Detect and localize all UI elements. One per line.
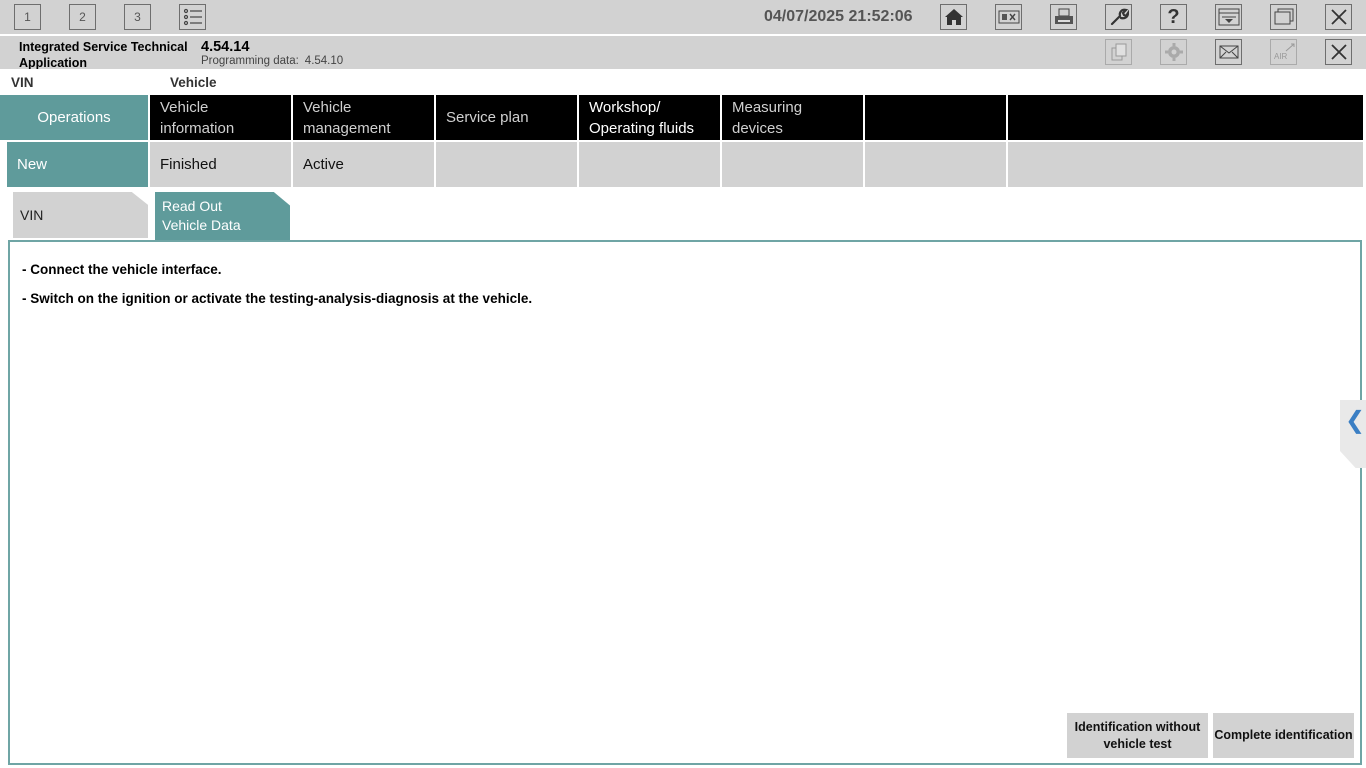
tab-measuring-devices[interactable]: Measuring devices bbox=[722, 95, 863, 140]
subtab-empty-2 bbox=[579, 142, 720, 187]
programming-data: Programming data: 4.54.10 bbox=[201, 55, 343, 67]
main-navigation: Operations Vehicle information Vehicle m… bbox=[0, 95, 1366, 141]
app-version: 4.54.14 bbox=[201, 39, 250, 55]
tab-operations[interactable]: Operations bbox=[0, 95, 148, 140]
step-tab-vin[interactable]: VIN bbox=[13, 192, 148, 238]
vehicle-label: Vehicle bbox=[170, 75, 217, 90]
tab-vehicle-information[interactable]: Vehicle information bbox=[150, 95, 291, 140]
subtab-new[interactable]: New bbox=[7, 142, 148, 187]
tab-vehicle-management[interactable]: Vehicle management bbox=[293, 95, 434, 140]
home-icon[interactable] bbox=[940, 4, 967, 30]
vin-label: VIN bbox=[11, 75, 34, 90]
step-tab-read-out-label: Read Out Vehicle Data bbox=[162, 198, 241, 233]
subtab-empty-5 bbox=[1008, 142, 1363, 187]
subtab-empty-4 bbox=[865, 142, 1006, 187]
programming-data-label: Programming data: bbox=[201, 55, 299, 67]
datetime-display: 04/07/2025 21:52:06 bbox=[764, 8, 913, 25]
complete-identification-button[interactable]: Complete identification bbox=[1213, 713, 1354, 758]
workspace-1-button[interactable]: 1 bbox=[14, 4, 41, 30]
wrench-icon[interactable] bbox=[1105, 4, 1132, 30]
air-icon[interactable]: AIR bbox=[1270, 39, 1297, 65]
programming-data-value: 4.54.10 bbox=[304, 55, 344, 67]
workspace-3-button[interactable]: 3 bbox=[124, 4, 151, 30]
content-panel: - Connect the vehicle interface. - Switc… bbox=[8, 240, 1362, 765]
sub-navigation: New Finished Active bbox=[0, 141, 1366, 188]
settings-gear-icon[interactable] bbox=[1160, 39, 1187, 65]
subtab-finished[interactable]: Finished bbox=[150, 142, 291, 187]
app-name: Integrated Service Technical Application bbox=[19, 40, 188, 70]
close-icon[interactable] bbox=[1325, 4, 1352, 30]
list-icon[interactable] bbox=[179, 4, 206, 30]
instruction-ignition: - Switch on the ignition or activate the… bbox=[22, 291, 533, 306]
vin-card-icon[interactable] bbox=[995, 4, 1022, 30]
tab-empty-1 bbox=[865, 95, 1006, 140]
copy-docs-icon[interactable] bbox=[1105, 39, 1132, 65]
app-info-bar: Integrated Service Technical Application… bbox=[0, 36, 1366, 70]
svg-text:AIR: AIR bbox=[1274, 52, 1288, 61]
tab-service-plan[interactable]: Service plan bbox=[436, 95, 577, 140]
window-icon[interactable] bbox=[1270, 4, 1297, 30]
workspace-2-button[interactable]: 2 bbox=[69, 4, 96, 30]
subtab-active[interactable]: Active bbox=[293, 142, 434, 187]
chevron-left-icon[interactable]: ❮ bbox=[1345, 406, 1365, 435]
top-toolbar: 1 2 3 04/07/2025 21:52:06 ? bbox=[0, 0, 1366, 34]
print-icon[interactable] bbox=[1050, 4, 1077, 30]
subtab-empty-1 bbox=[436, 142, 577, 187]
tab-workshop-operating-fluids[interactable]: Workshop/ Operating fluids bbox=[579, 95, 720, 140]
dropdown-panel-icon[interactable] bbox=[1215, 4, 1242, 30]
instruction-connect: - Connect the vehicle interface. bbox=[22, 262, 222, 277]
subtab-empty-3 bbox=[722, 142, 863, 187]
close-app-icon[interactable] bbox=[1325, 39, 1352, 65]
help-icon[interactable]: ? bbox=[1160, 4, 1187, 30]
step-tab-read-out-vehicle-data[interactable]: Read Out Vehicle Data bbox=[155, 192, 290, 240]
identification-without-test-button[interactable]: Identification without vehicle test bbox=[1067, 713, 1208, 758]
vehicle-line: VIN Vehicle bbox=[0, 69, 1366, 95]
mail-icon[interactable] bbox=[1215, 39, 1242, 65]
tab-empty-2 bbox=[1008, 95, 1363, 140]
